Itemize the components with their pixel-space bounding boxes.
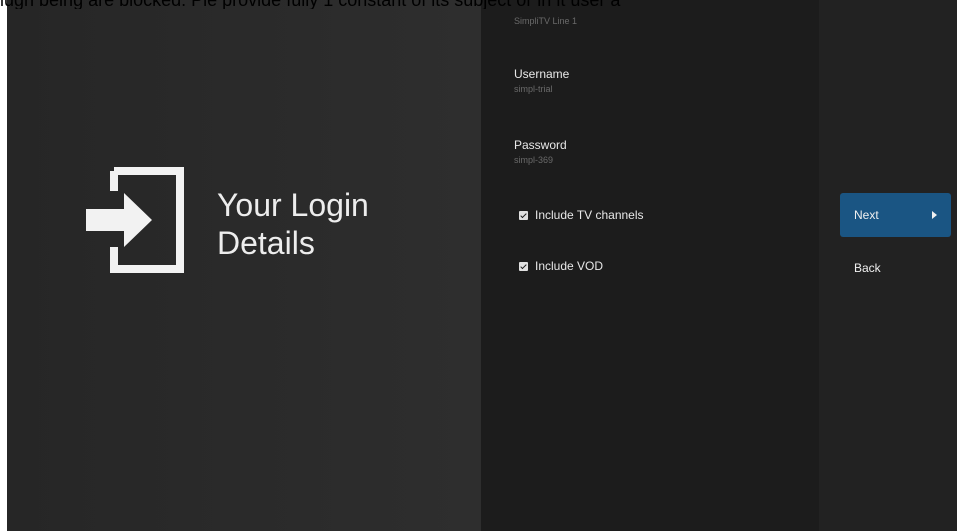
login-icon	[86, 167, 184, 273]
page-title-line-2: Details	[217, 225, 315, 261]
next-button[interactable]: Next	[840, 193, 951, 237]
top-overlay-text: iugh being are blocked. Ple provide full…	[0, 0, 957, 9]
include-tv-channels-checkbox[interactable]: Include TV channels	[519, 208, 644, 222]
include-vod-label: Include VOD	[535, 259, 604, 273]
password-label: Password	[514, 138, 567, 152]
chevron-right-icon	[932, 211, 937, 219]
login-details-screen: Your Login Details SimpliTV Line 1 Usern…	[7, 0, 957, 531]
password-value: simpl-369	[514, 155, 554, 165]
login-form-panel: SimpliTV Line 1 Username simpl-trial Pas…	[481, 0, 819, 531]
back-button-label: Back	[854, 261, 881, 275]
back-button[interactable]: Back	[840, 246, 951, 290]
page-title-line-1: Your Login	[217, 187, 369, 223]
next-button-label: Next	[854, 208, 879, 222]
include-tv-channels-label: Include TV channels	[535, 208, 644, 222]
checkbox-checked-icon[interactable]	[519, 210, 528, 220]
include-vod-checkbox[interactable]: Include VOD	[519, 259, 603, 273]
username-value: simpl-trial	[514, 84, 553, 94]
username-field[interactable]: Username simpl-trial	[514, 66, 569, 96]
guidance-panel: Your Login Details	[7, 0, 481, 531]
action-panel: Next Back	[819, 0, 957, 531]
username-label: Username	[514, 67, 570, 81]
password-field[interactable]: Password simpl-369	[514, 137, 567, 167]
line-field: SimpliTV Line 1	[514, 14, 577, 28]
line-value: SimpliTV Line 1	[514, 16, 578, 26]
page-title: Your Login Details	[217, 186, 447, 262]
checkbox-checked-icon[interactable]	[519, 261, 528, 271]
